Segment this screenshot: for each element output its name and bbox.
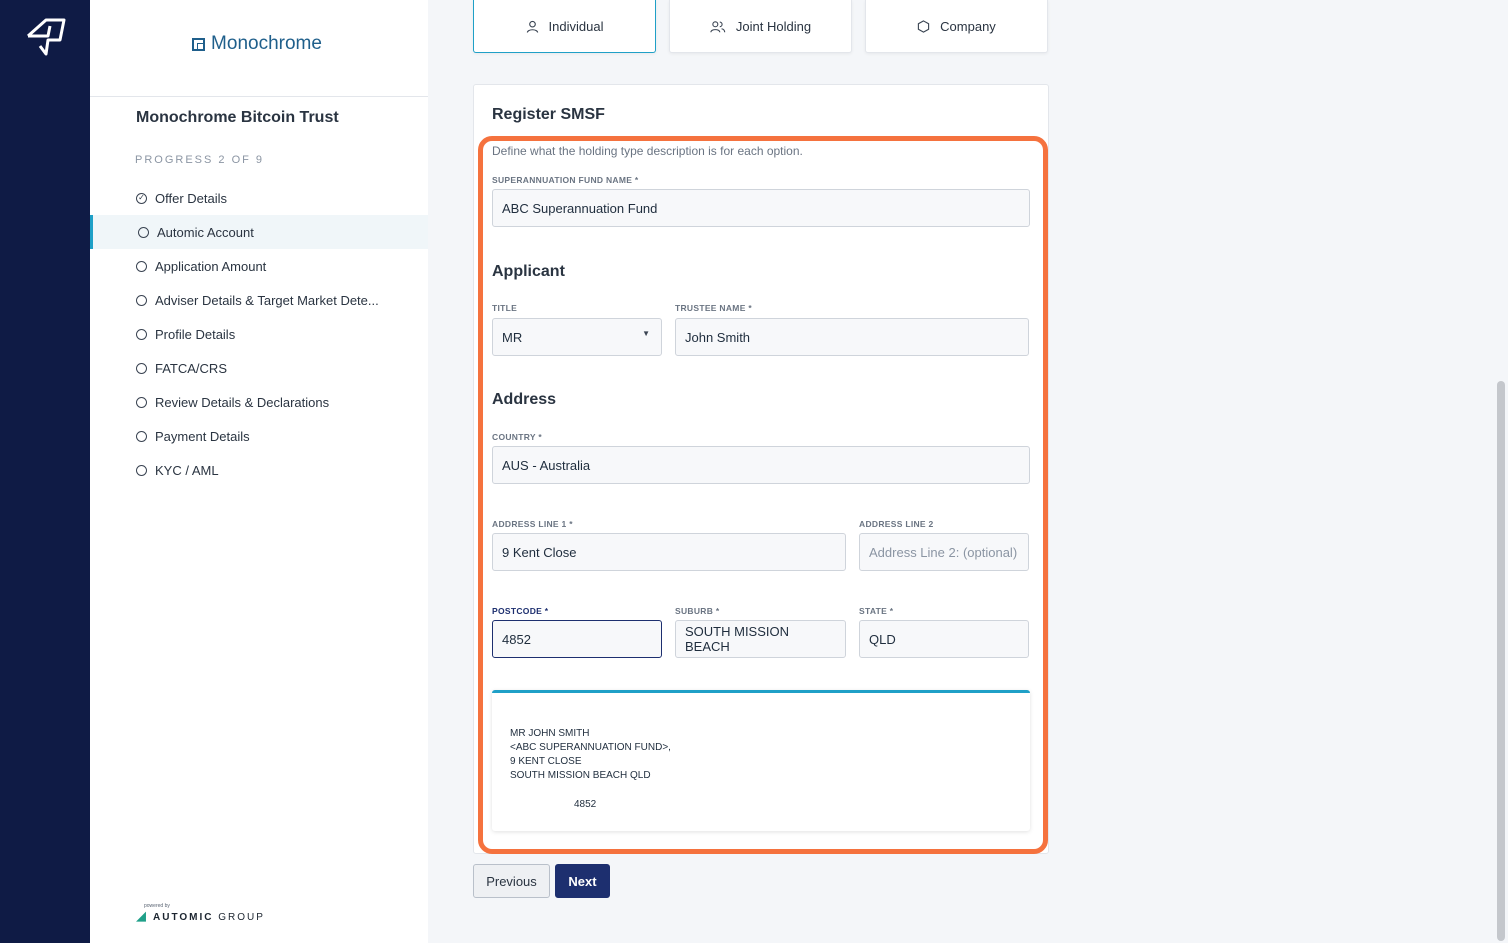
title-label: TITLE (492, 303, 518, 313)
hexagon-icon (918, 19, 930, 33)
people-icon (710, 20, 726, 32)
suburb-label: SUBURB * (675, 606, 720, 616)
preview-line-fund: <ABC SUPERANNUATION FUND>, (510, 742, 671, 753)
form-title: Register SMSF (492, 106, 605, 123)
person-icon (526, 20, 538, 33)
brand-name: Monochrome (211, 33, 322, 54)
address-preview: MR JOHN SMITH <ABC SUPERANNUATION FUND>,… (492, 690, 1030, 831)
country-label: COUNTRY * (492, 432, 542, 442)
circle-icon (138, 226, 149, 238)
form-description: Define what the holding type description… (492, 144, 803, 158)
preview-line-suburb: SOUTH MISSION BEACH QLD (510, 770, 651, 781)
fund-name-label: SUPERANNUATION FUND NAME * (492, 175, 639, 185)
circle-icon (136, 464, 147, 476)
step-adviser-details[interactable]: Adviser Details & Target Market Dete... (90, 283, 428, 317)
trustee-name-input[interactable]: John Smith (675, 318, 1029, 356)
check-circle-icon: ✓ (136, 192, 147, 204)
register-smsf-card: Register SMSF Define what the holding ty… (473, 84, 1049, 854)
step-automic-account[interactable]: Automic Account (90, 215, 428, 249)
powered-by-label: powered by (144, 903, 170, 909)
circle-icon (136, 294, 147, 306)
powered-by-automic: powered by ◢ AUTOMIC GROUP (136, 903, 265, 923)
step-review-declarations[interactable]: Review Details & Declarations (90, 385, 428, 419)
step-profile-details[interactable]: Profile Details (90, 317, 428, 351)
state-label: STATE * (859, 606, 894, 616)
tab-joint-holding[interactable]: Joint Holding (669, 0, 852, 53)
step-fatca-crs[interactable]: FATCA/CRS (90, 351, 428, 385)
progress-indicator: PROGRESS 2 OF 9 (135, 154, 265, 166)
step-offer-details[interactable]: ✓ Offer Details (90, 181, 428, 215)
tab-individual[interactable]: Individual (473, 0, 656, 53)
circle-icon (136, 260, 147, 272)
circle-icon (136, 328, 147, 340)
applicant-heading: Applicant (492, 263, 565, 280)
preview-line-street: 9 KENT CLOSE (510, 756, 582, 767)
step-payment-details[interactable]: Payment Details (90, 419, 428, 453)
suburb-input[interactable]: SOUTH MISSION BEACH (675, 620, 846, 658)
title-select[interactable]: MR ▼ (492, 318, 662, 356)
address-line2-label: ADDRESS LINE 2 (859, 519, 934, 529)
tab-company[interactable]: Company (865, 0, 1048, 53)
step-kyc-aml[interactable]: KYC / AML (90, 453, 428, 487)
circle-icon (136, 362, 147, 374)
preview-line-postcode: 4852 (574, 799, 597, 810)
postcode-label: POSTCODE * (492, 606, 549, 616)
circle-icon (136, 396, 147, 408)
step-list: ✓ Offer Details Automic Account Applicati… (90, 181, 428, 487)
postcode-input[interactable]: 4852 (492, 620, 662, 658)
address-line1-label: ADDRESS LINE 1 * (492, 519, 573, 529)
address-heading: Address (492, 391, 557, 408)
step-application-amount[interactable]: Application Amount (90, 249, 428, 283)
brand-header: Monochrome (90, 0, 428, 97)
address-line1-input[interactable]: 9 Kent Close (492, 533, 846, 571)
trustee-name-label: TRUSTEE NAME * (675, 303, 752, 313)
scrollbar-thumb[interactable] (1497, 381, 1505, 941)
preview-line-name: MR JOHN SMITH (510, 728, 590, 739)
fund-name-input[interactable]: ABC Superannuation Fund (492, 189, 1030, 227)
address-line2-input[interactable]: Address Line 2: (optional) (859, 533, 1029, 571)
previous-button[interactable]: Previous (473, 864, 550, 898)
monochrome-logo-icon (192, 37, 206, 51)
automic-logo-icon[interactable] (26, 16, 66, 56)
country-select[interactable]: AUS - Australia (492, 446, 1030, 484)
automic-group-logo-icon: ◢ (136, 908, 146, 923)
sidebar: Monochrome Monochrome Bitcoin Trust PROG… (90, 0, 428, 943)
main-content: Individual Joint Holding Company Registe… (428, 0, 1494, 943)
circle-icon (136, 430, 147, 442)
app-rail (0, 0, 90, 943)
fund-title: Monochrome Bitcoin Trust (136, 109, 339, 126)
chevron-down-icon: ▼ (642, 329, 650, 338)
state-input[interactable]: QLD (859, 620, 1029, 658)
next-button[interactable]: Next (555, 864, 610, 898)
